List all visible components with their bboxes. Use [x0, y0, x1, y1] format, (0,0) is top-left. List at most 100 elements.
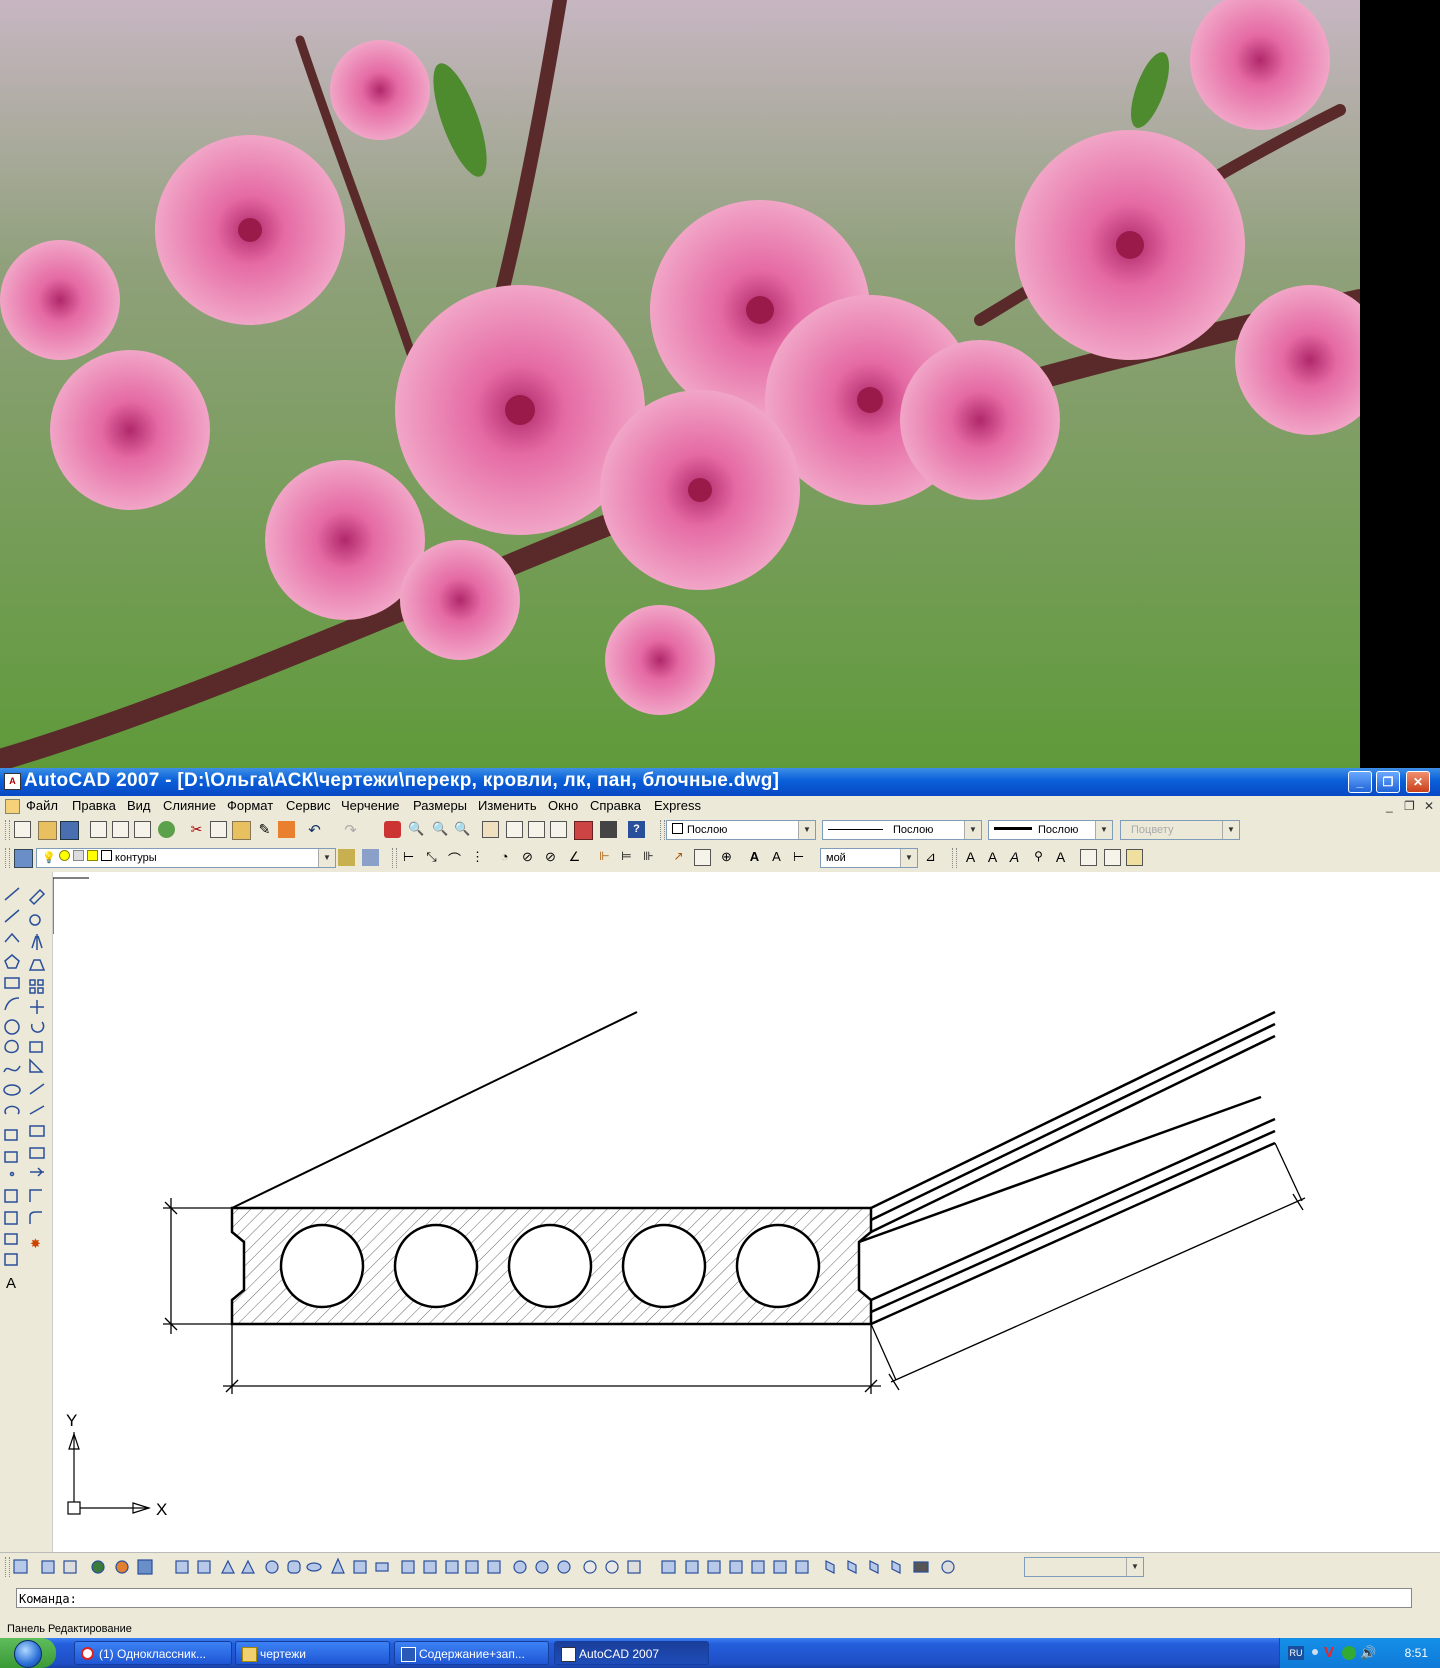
restore-button[interactable]: ❐: [1376, 771, 1400, 793]
help-icon[interactable]: ?: [628, 821, 645, 838]
dimension-edit-icon[interactable]: A: [746, 849, 763, 866]
paste-icon[interactable]: [232, 821, 251, 840]
save-icon[interactable]: [60, 821, 79, 840]
menu-tools[interactable]: Сервис: [286, 798, 331, 813]
taskbar-item-word-document[interactable]: Содержание+зап...: [394, 1641, 549, 1665]
menu-edit[interactable]: Правка: [72, 798, 116, 813]
tolerance-icon[interactable]: [694, 849, 711, 866]
dimension-style-icon[interactable]: ⊿: [922, 849, 939, 866]
tool-palettes-icon[interactable]: [528, 821, 545, 838]
jogged-dimension-icon[interactable]: ⊘: [519, 849, 536, 866]
toolbar-grip[interactable]: [5, 848, 10, 868]
chevron-down-icon[interactable]: ▼: [798, 821, 815, 839]
title-bar[interactable]: A AutoCAD 2007 - [D:\Ольга\АСК\чертежи\п…: [0, 768, 1440, 796]
toolbar-grip[interactable]: [392, 848, 397, 868]
find-text-icon[interactable]: ⚲: [1030, 849, 1047, 866]
block-editor-icon[interactable]: [278, 821, 295, 838]
taskbar-item-autocad[interactable]: AutoCAD 2007: [554, 1641, 709, 1665]
scale-text-icon[interactable]: [1104, 849, 1121, 866]
taskbar-item-folder[interactable]: чертежи: [235, 1641, 390, 1665]
multiline-text-icon[interactable]: A: [962, 849, 979, 866]
dimstyle-combo[interactable]: мой ▼: [820, 848, 918, 868]
diameter-dimension-icon[interactable]: ⊘: [542, 849, 559, 866]
menu-help[interactable]: Справка: [590, 798, 641, 813]
menu-window[interactable]: Окно: [548, 798, 578, 813]
quick-dimension-icon[interactable]: ⊩: [596, 849, 613, 866]
angular-dimension-icon[interactable]: ∠: [566, 849, 583, 866]
center-mark-icon[interactable]: ⊕: [718, 849, 735, 866]
sheet-set-icon[interactable]: [550, 821, 567, 838]
match-properties-icon[interactable]: ✎: [256, 821, 273, 838]
layer-previous-icon[interactable]: [362, 849, 379, 866]
menu-express[interactable]: Express: [654, 798, 701, 813]
taskbar-item-odnoklassniki[interactable]: (1) Одноклассник...: [74, 1641, 232, 1665]
properties-icon[interactable]: [482, 821, 499, 838]
linetype-combo[interactable]: Послою ▼: [822, 820, 982, 840]
undo-icon[interactable]: ↶: [306, 821, 323, 839]
lineweight-combo[interactable]: Послою ▼: [988, 820, 1113, 840]
print-icon[interactable]: [90, 821, 107, 838]
markup-icon[interactable]: [574, 821, 593, 840]
autocad-app-icon[interactable]: A: [4, 773, 21, 790]
zoom-realtime-icon[interactable]: 🔍: [408, 821, 425, 838]
minimize-button[interactable]: _: [1348, 771, 1372, 793]
plot-preview-icon[interactable]: [112, 821, 129, 838]
color-combo[interactable]: Послою ▼: [666, 820, 816, 840]
menu-merge[interactable]: Слияние: [163, 798, 216, 813]
publish-icon[interactable]: [134, 821, 151, 838]
justify-text-icon[interactable]: [1126, 849, 1143, 866]
menu-draw[interactable]: Черчение: [341, 798, 400, 813]
copy-icon[interactable]: [210, 821, 227, 838]
text-style-icon[interactable]: [1080, 849, 1097, 866]
chevron-down-icon[interactable]: ▼: [318, 849, 335, 867]
arc-length-icon[interactable]: ⌒: [446, 849, 463, 867]
pan-icon[interactable]: [384, 821, 401, 838]
new-file-icon[interactable]: [14, 821, 31, 838]
open-file-icon[interactable]: [38, 821, 57, 840]
continue-dimension-icon[interactable]: ⊪: [640, 849, 657, 866]
menu-format[interactable]: Формат: [227, 798, 273, 813]
3d-dwf-icon[interactable]: [158, 821, 175, 838]
tray-green-icon[interactable]: [1342, 1646, 1356, 1660]
toolbar-grip[interactable]: [952, 848, 957, 868]
leader-icon[interactable]: ↗: [670, 849, 687, 866]
layer-combo[interactable]: 💡 контуры ▼: [36, 848, 336, 868]
linear-dimension-icon[interactable]: ⊢: [400, 849, 417, 866]
menu-modify[interactable]: Изменить: [478, 798, 537, 813]
ordinate-dimension-icon[interactable]: ⋮: [469, 849, 486, 866]
edit-text-icon[interactable]: A: [1006, 849, 1023, 866]
start-button[interactable]: [0, 1638, 56, 1668]
calculator-icon[interactable]: [600, 821, 617, 838]
zoom-window-icon[interactable]: 🔍: [432, 821, 449, 838]
design-center-icon[interactable]: [506, 821, 523, 838]
zoom-previous-icon[interactable]: 🔍: [454, 821, 471, 838]
menu-dimension[interactable]: Размеры: [413, 798, 467, 813]
dimension-update-icon[interactable]: ⊢: [790, 849, 807, 866]
doc-minimize-button[interactable]: _: [1386, 799, 1393, 813]
doc-close-button[interactable]: ✕: [1424, 799, 1434, 813]
document-icon[interactable]: [5, 799, 20, 814]
aligned-dimension-icon[interactable]: ⤡: [423, 849, 440, 866]
layer-manager-icon[interactable]: [14, 849, 33, 868]
command-line[interactable]: Команда:: [16, 1588, 1412, 1608]
chevron-down-icon[interactable]: ▼: [1095, 821, 1112, 839]
speaker-icon[interactable]: 🔊: [1360, 1645, 1376, 1661]
antivirus-icon[interactable]: V: [1324, 1644, 1334, 1661]
toolbar-grip[interactable]: [660, 820, 665, 840]
redo-icon[interactable]: ↷: [342, 821, 359, 839]
chevron-down-icon[interactable]: ▼: [900, 849, 917, 867]
spell-check-icon[interactable]: A: [1052, 849, 1069, 866]
drawing-canvas[interactable]: Y X: [53, 872, 1440, 1552]
dimension-text-edit-icon[interactable]: A: [768, 849, 785, 866]
chevron-down-icon[interactable]: ▼: [964, 821, 981, 839]
language-indicator[interactable]: RU: [1288, 1646, 1304, 1660]
single-line-text-icon[interactable]: A: [984, 849, 1001, 866]
network-icon[interactable]: [1312, 1649, 1318, 1655]
toolbar-grip[interactable]: [5, 820, 10, 840]
cut-icon[interactable]: ✂: [188, 821, 205, 838]
close-button[interactable]: ✕: [1406, 771, 1430, 793]
radius-dimension-icon[interactable]: ◔: [496, 849, 513, 866]
menu-file[interactable]: Файл: [26, 798, 58, 813]
menu-view[interactable]: Вид: [127, 798, 151, 813]
doc-restore-button[interactable]: ❐: [1404, 799, 1415, 813]
